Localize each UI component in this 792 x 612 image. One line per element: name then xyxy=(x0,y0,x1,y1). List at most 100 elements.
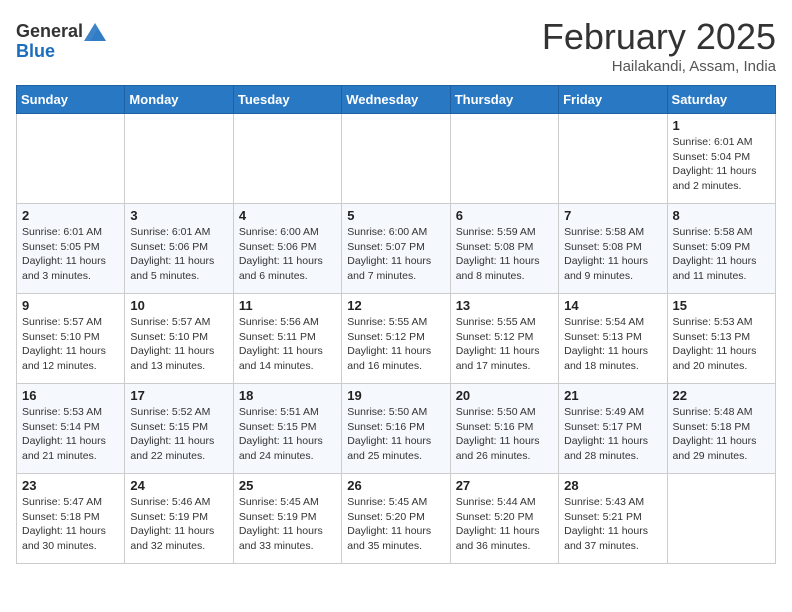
calendar-cell: 22 Sunrise: 5:48 AMSunset: 5:18 PMDayligh… xyxy=(667,384,775,474)
day-info: Sunrise: 5:53 AMSunset: 5:14 PMDaylight:… xyxy=(22,405,119,464)
title-area: February 2025 Hailakandi, Assam, India xyxy=(542,16,776,75)
calendar-week-row: 1 Sunrise: 6:01 AMSunset: 5:04 PMDaylight… xyxy=(17,114,776,204)
day-info: Sunrise: 5:52 AMSunset: 5:15 PMDaylight:… xyxy=(130,405,227,464)
day-number: 6 xyxy=(456,208,553,223)
day-info: Sunrise: 5:57 AMSunset: 5:10 PMDaylight:… xyxy=(130,315,227,374)
day-number: 26 xyxy=(347,478,444,493)
calendar: SundayMondayTuesdayWednesdayThursdayFrid… xyxy=(16,85,776,564)
logo: General Blue xyxy=(16,22,108,62)
day-number: 13 xyxy=(456,298,553,313)
calendar-cell xyxy=(667,474,775,564)
weekday-header-cell: Thursday xyxy=(450,86,558,114)
calendar-cell: 8 Sunrise: 5:58 AMSunset: 5:09 PMDaylight… xyxy=(667,204,775,294)
calendar-cell: 3 Sunrise: 6:01 AMSunset: 5:06 PMDaylight… xyxy=(125,204,233,294)
day-info: Sunrise: 5:58 AMSunset: 5:09 PMDaylight:… xyxy=(673,225,770,284)
day-number: 1 xyxy=(673,118,770,133)
calendar-cell: 10 Sunrise: 5:57 AMSunset: 5:10 PMDayligh… xyxy=(125,294,233,384)
calendar-cell: 15 Sunrise: 5:53 AMSunset: 5:13 PMDayligh… xyxy=(667,294,775,384)
calendar-cell: 18 Sunrise: 5:51 AMSunset: 5:15 PMDayligh… xyxy=(233,384,341,474)
day-number: 4 xyxy=(239,208,336,223)
calendar-cell: 1 Sunrise: 6:01 AMSunset: 5:04 PMDaylight… xyxy=(667,114,775,204)
weekday-header-cell: Wednesday xyxy=(342,86,450,114)
day-info: Sunrise: 5:46 AMSunset: 5:19 PMDaylight:… xyxy=(130,495,227,554)
day-info: Sunrise: 5:50 AMSunset: 5:16 PMDaylight:… xyxy=(347,405,444,464)
day-number: 22 xyxy=(673,388,770,403)
day-number: 25 xyxy=(239,478,336,493)
calendar-week-row: 2 Sunrise: 6:01 AMSunset: 5:05 PMDaylight… xyxy=(17,204,776,294)
day-info: Sunrise: 5:55 AMSunset: 5:12 PMDaylight:… xyxy=(347,315,444,374)
day-number: 7 xyxy=(564,208,661,223)
weekday-header-cell: Saturday xyxy=(667,86,775,114)
calendar-cell: 26 Sunrise: 5:45 AMSunset: 5:20 PMDayligh… xyxy=(342,474,450,564)
day-info: Sunrise: 5:45 AMSunset: 5:20 PMDaylight:… xyxy=(347,495,444,554)
calendar-cell: 24 Sunrise: 5:46 AMSunset: 5:19 PMDayligh… xyxy=(125,474,233,564)
calendar-week-row: 23 Sunrise: 5:47 AMSunset: 5:18 PMDayligh… xyxy=(17,474,776,564)
day-number: 23 xyxy=(22,478,119,493)
logo-blue: Blue xyxy=(16,41,55,61)
day-info: Sunrise: 5:59 AMSunset: 5:08 PMDaylight:… xyxy=(456,225,553,284)
day-info: Sunrise: 6:00 AMSunset: 5:06 PMDaylight:… xyxy=(239,225,336,284)
day-info: Sunrise: 5:44 AMSunset: 5:20 PMDaylight:… xyxy=(456,495,553,554)
day-info: Sunrise: 5:48 AMSunset: 5:18 PMDaylight:… xyxy=(673,405,770,464)
day-info: Sunrise: 6:00 AMSunset: 5:07 PMDaylight:… xyxy=(347,225,444,284)
day-number: 19 xyxy=(347,388,444,403)
calendar-week-row: 9 Sunrise: 5:57 AMSunset: 5:10 PMDaylight… xyxy=(17,294,776,384)
calendar-cell: 20Sunrise: 5:50 AMSunset: 5:16 PMDayligh… xyxy=(450,384,558,474)
day-number: 11 xyxy=(239,298,336,313)
day-info: Sunrise: 6:01 AMSunset: 5:04 PMDaylight:… xyxy=(673,135,770,194)
day-info: Sunrise: 5:56 AMSunset: 5:11 PMDaylight:… xyxy=(239,315,336,374)
calendar-cell: 11 Sunrise: 5:56 AMSunset: 5:11 PMDayligh… xyxy=(233,294,341,384)
day-number: 5 xyxy=(347,208,444,223)
calendar-cell: 23 Sunrise: 5:47 AMSunset: 5:18 PMDayligh… xyxy=(17,474,125,564)
day-number: 14 xyxy=(564,298,661,313)
day-number: 2 xyxy=(22,208,119,223)
calendar-cell: 25 Sunrise: 5:45 AMSunset: 5:19 PMDayligh… xyxy=(233,474,341,564)
day-info: Sunrise: 5:43 AMSunset: 5:21 PMDaylight:… xyxy=(564,495,661,554)
day-number: 12 xyxy=(347,298,444,313)
calendar-cell xyxy=(450,114,558,204)
day-number: 15 xyxy=(673,298,770,313)
calendar-cell: 5 Sunrise: 6:00 AMSunset: 5:07 PMDaylight… xyxy=(342,204,450,294)
month-title: February 2025 xyxy=(542,16,776,58)
header: General Blue February 2025 Hailakandi, A… xyxy=(16,16,776,75)
day-info: Sunrise: 5:54 AMSunset: 5:13 PMDaylight:… xyxy=(564,315,661,374)
calendar-cell xyxy=(17,114,125,204)
calendar-cell: 17Sunrise: 5:52 AMSunset: 5:15 PMDayligh… xyxy=(125,384,233,474)
calendar-cell: 14 Sunrise: 5:54 AMSunset: 5:13 PMDayligh… xyxy=(559,294,667,384)
calendar-cell: 2 Sunrise: 6:01 AMSunset: 5:05 PMDaylight… xyxy=(17,204,125,294)
location: Hailakandi, Assam, India xyxy=(542,58,776,75)
calendar-cell xyxy=(559,114,667,204)
day-number: 3 xyxy=(130,208,227,223)
weekday-header-cell: Monday xyxy=(125,86,233,114)
day-number: 16 xyxy=(22,388,119,403)
logo-general: General xyxy=(16,22,83,42)
day-number: 28 xyxy=(564,478,661,493)
calendar-cell xyxy=(125,114,233,204)
day-number: 20 xyxy=(456,388,553,403)
calendar-cell xyxy=(342,114,450,204)
calendar-cell: 12 Sunrise: 5:55 AMSunset: 5:12 PMDayligh… xyxy=(342,294,450,384)
weekday-header-cell: Tuesday xyxy=(233,86,341,114)
calendar-cell: 27Sunrise: 5:44 AMSunset: 5:20 PMDayligh… xyxy=(450,474,558,564)
calendar-cell xyxy=(233,114,341,204)
day-info: Sunrise: 5:47 AMSunset: 5:18 PMDaylight:… xyxy=(22,495,119,554)
calendar-cell: 28 Sunrise: 5:43 AMSunset: 5:21 PMDayligh… xyxy=(559,474,667,564)
day-number: 9 xyxy=(22,298,119,313)
weekday-header-cell: Friday xyxy=(559,86,667,114)
day-info: Sunrise: 6:01 AMSunset: 5:06 PMDaylight:… xyxy=(130,225,227,284)
day-info: Sunrise: 5:53 AMSunset: 5:13 PMDaylight:… xyxy=(673,315,770,374)
day-number: 8 xyxy=(673,208,770,223)
calendar-cell: 9Sunrise: 5:57 AMSunset: 5:10 PMDaylight… xyxy=(17,294,125,384)
day-number: 18 xyxy=(239,388,336,403)
day-number: 10 xyxy=(130,298,227,313)
calendar-cell: 19 Sunrise: 5:50 AMSunset: 5:16 PMDayligh… xyxy=(342,384,450,474)
day-number: 21 xyxy=(564,388,661,403)
day-info: Sunrise: 5:45 AMSunset: 5:19 PMDaylight:… xyxy=(239,495,336,554)
weekday-header: SundayMondayTuesdayWednesdayThursdayFrid… xyxy=(17,86,776,114)
day-info: Sunrise: 6:01 AMSunset: 5:05 PMDaylight:… xyxy=(22,225,119,284)
calendar-week-row: 16 Sunrise: 5:53 AMSunset: 5:14 PMDayligh… xyxy=(17,384,776,474)
day-info: Sunrise: 5:51 AMSunset: 5:15 PMDaylight:… xyxy=(239,405,336,464)
calendar-cell: 16 Sunrise: 5:53 AMSunset: 5:14 PMDayligh… xyxy=(17,384,125,474)
day-number: 24 xyxy=(130,478,227,493)
day-info: Sunrise: 5:58 AMSunset: 5:08 PMDaylight:… xyxy=(564,225,661,284)
